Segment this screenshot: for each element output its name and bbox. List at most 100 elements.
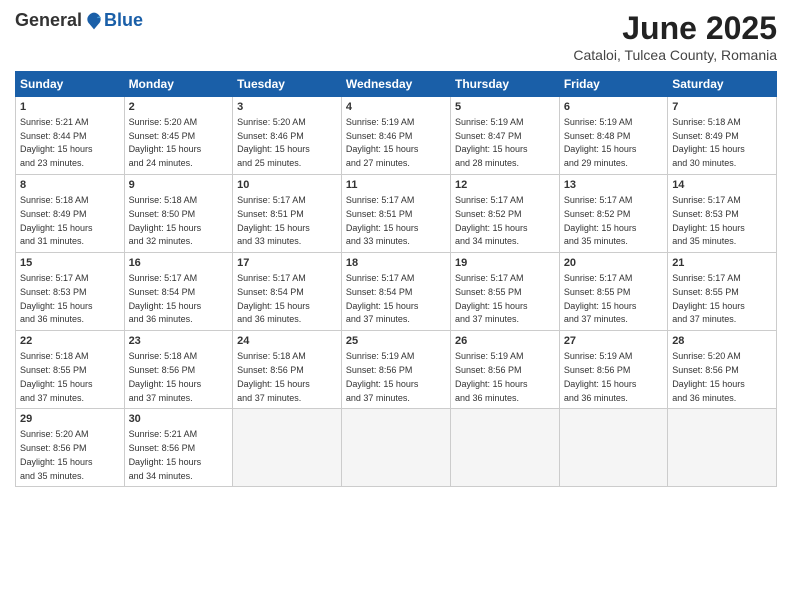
day-info: Sunrise: 5:17 AMSunset: 8:53 PMDaylight:…	[20, 273, 93, 324]
day-info: Sunrise: 5:19 AMSunset: 8:46 PMDaylight:…	[346, 117, 419, 168]
day-info: Sunrise: 5:17 AMSunset: 8:52 PMDaylight:…	[564, 195, 637, 246]
table-row: 26Sunrise: 5:19 AMSunset: 8:56 PMDayligh…	[450, 331, 559, 409]
day-number: 14	[672, 178, 772, 193]
table-row: 20 Sunrise: 5:17 AMSunset: 8:55 PMDayligh…	[559, 253, 667, 331]
day-number: 21	[672, 256, 772, 271]
table-row: 17 Sunrise: 5:17 AMSunset: 8:54 PMDayligh…	[233, 253, 342, 331]
table-row: 23Sunrise: 5:18 AMSunset: 8:56 PMDayligh…	[124, 331, 233, 409]
day-info: Sunrise: 5:19 AMSunset: 8:56 PMDaylight:…	[346, 351, 419, 402]
day-number: 19	[455, 256, 555, 271]
table-row: 2 Sunrise: 5:20 AMSunset: 8:45 PMDaylight…	[124, 97, 233, 175]
subtitle: Cataloi, Tulcea County, Romania	[573, 47, 777, 63]
day-number: 5	[455, 100, 555, 115]
table-row: 9 Sunrise: 5:18 AMSunset: 8:50 PMDaylight…	[124, 175, 233, 253]
table-row	[450, 409, 559, 487]
table-row: 19 Sunrise: 5:17 AMSunset: 8:55 PMDayligh…	[450, 253, 559, 331]
day-info: Sunrise: 5:17 AMSunset: 8:55 PMDaylight:…	[455, 273, 528, 324]
day-info: Sunrise: 5:20 AMSunset: 8:45 PMDaylight:…	[129, 117, 202, 168]
logo-icon	[84, 11, 104, 31]
calendar-header-row: Sunday Monday Tuesday Wednesday Thursday…	[16, 72, 777, 97]
day-number: 15	[20, 256, 120, 271]
day-info: Sunrise: 5:18 AMSunset: 8:50 PMDaylight:…	[129, 195, 202, 246]
col-friday: Friday	[559, 72, 667, 97]
day-number: 16	[129, 256, 229, 271]
day-info: Sunrise: 5:19 AMSunset: 8:48 PMDaylight:…	[564, 117, 637, 168]
day-info: Sunrise: 5:17 AMSunset: 8:54 PMDaylight:…	[346, 273, 419, 324]
day-number: 6	[564, 100, 663, 115]
col-thursday: Thursday	[450, 72, 559, 97]
table-row: 29Sunrise: 5:20 AMSunset: 8:56 PMDayligh…	[16, 409, 125, 487]
table-row: 6 Sunrise: 5:19 AMSunset: 8:48 PMDaylight…	[559, 97, 667, 175]
day-info: Sunrise: 5:18 AMSunset: 8:49 PMDaylight:…	[20, 195, 93, 246]
day-info: Sunrise: 5:17 AMSunset: 8:55 PMDaylight:…	[564, 273, 637, 324]
day-number: 2	[129, 100, 229, 115]
logo: General Blue	[15, 10, 143, 31]
day-number: 30	[129, 412, 229, 427]
day-info: Sunrise: 5:17 AMSunset: 8:55 PMDaylight:…	[672, 273, 745, 324]
day-number: 9	[129, 178, 229, 193]
day-info: Sunrise: 5:17 AMSunset: 8:54 PMDaylight:…	[129, 273, 202, 324]
table-row: 14 Sunrise: 5:17 AMSunset: 8:53 PMDayligh…	[668, 175, 777, 253]
day-number: 27	[564, 334, 663, 349]
day-number: 10	[237, 178, 337, 193]
table-row: 16 Sunrise: 5:17 AMSunset: 8:54 PMDayligh…	[124, 253, 233, 331]
day-info: Sunrise: 5:21 AMSunset: 8:44 PMDaylight:…	[20, 117, 93, 168]
day-number: 1	[20, 100, 120, 115]
title-block: June 2025 Cataloi, Tulcea County, Romani…	[573, 10, 777, 63]
table-row: 3 Sunrise: 5:20 AMSunset: 8:46 PMDaylight…	[233, 97, 342, 175]
day-number: 4	[346, 100, 446, 115]
day-number: 26	[455, 334, 555, 349]
col-wednesday: Wednesday	[341, 72, 450, 97]
day-number: 24	[237, 334, 337, 349]
table-row: 1 Sunrise: 5:21 AMSunset: 8:44 PMDaylight…	[16, 97, 125, 175]
day-number: 11	[346, 178, 446, 193]
table-row: 22 Sunrise: 5:18 AMSunset: 8:55 PMDayligh…	[16, 331, 125, 409]
table-row: 4 Sunrise: 5:19 AMSunset: 8:46 PMDaylight…	[341, 97, 450, 175]
day-info: Sunrise: 5:17 AMSunset: 8:51 PMDaylight:…	[237, 195, 310, 246]
col-monday: Monday	[124, 72, 233, 97]
page: General Blue June 2025 Cataloi, Tulcea C…	[0, 0, 792, 612]
day-number: 20	[564, 256, 663, 271]
day-info: Sunrise: 5:17 AMSunset: 8:51 PMDaylight:…	[346, 195, 419, 246]
day-number: 12	[455, 178, 555, 193]
calendar-week-3: 15 Sunrise: 5:17 AMSunset: 8:53 PMDayligh…	[16, 253, 777, 331]
day-number: 3	[237, 100, 337, 115]
day-number: 7	[672, 100, 772, 115]
table-row: 13Sunrise: 5:17 AMSunset: 8:52 PMDayligh…	[559, 175, 667, 253]
table-row: 24 Sunrise: 5:18 AMSunset: 8:56 PMDayligh…	[233, 331, 342, 409]
table-row: 30 Sunrise: 5:21 AMSunset: 8:56 PMDayligh…	[124, 409, 233, 487]
col-tuesday: Tuesday	[233, 72, 342, 97]
table-row: 28 Sunrise: 5:20 AMSunset: 8:56 PMDayligh…	[668, 331, 777, 409]
day-number: 28	[672, 334, 772, 349]
table-row: 7 Sunrise: 5:18 AMSunset: 8:49 PMDaylight…	[668, 97, 777, 175]
table-row	[341, 409, 450, 487]
day-number: 23	[129, 334, 229, 349]
table-row: 11 Sunrise: 5:17 AMSunset: 8:51 PMDayligh…	[341, 175, 450, 253]
table-row	[668, 409, 777, 487]
table-row: 15 Sunrise: 5:17 AMSunset: 8:53 PMDayligh…	[16, 253, 125, 331]
logo-blue: Blue	[104, 10, 143, 31]
day-number: 22	[20, 334, 120, 349]
calendar-week-5: 29Sunrise: 5:20 AMSunset: 8:56 PMDayligh…	[16, 409, 777, 487]
day-info: Sunrise: 5:20 AMSunset: 8:56 PMDaylight:…	[20, 429, 93, 480]
day-info: Sunrise: 5:19 AMSunset: 8:56 PMDaylight:…	[564, 351, 637, 402]
col-saturday: Saturday	[668, 72, 777, 97]
day-info: Sunrise: 5:20 AMSunset: 8:46 PMDaylight:…	[237, 117, 310, 168]
day-info: Sunrise: 5:17 AMSunset: 8:53 PMDaylight:…	[672, 195, 745, 246]
day-number: 17	[237, 256, 337, 271]
table-row: 27 Sunrise: 5:19 AMSunset: 8:56 PMDayligh…	[559, 331, 667, 409]
col-sunday: Sunday	[16, 72, 125, 97]
day-info: Sunrise: 5:20 AMSunset: 8:56 PMDaylight:…	[672, 351, 745, 402]
day-info: Sunrise: 5:17 AMSunset: 8:54 PMDaylight:…	[237, 273, 310, 324]
day-info: Sunrise: 5:19 AMSunset: 8:47 PMDaylight:…	[455, 117, 528, 168]
logo-text: General Blue	[15, 10, 143, 31]
day-info: Sunrise: 5:21 AMSunset: 8:56 PMDaylight:…	[129, 429, 202, 480]
day-info: Sunrise: 5:18 AMSunset: 8:55 PMDaylight:…	[20, 351, 93, 402]
table-row: 5 Sunrise: 5:19 AMSunset: 8:47 PMDaylight…	[450, 97, 559, 175]
day-info: Sunrise: 5:18 AMSunset: 8:49 PMDaylight:…	[672, 117, 745, 168]
day-info: Sunrise: 5:18 AMSunset: 8:56 PMDaylight:…	[237, 351, 310, 402]
day-number: 8	[20, 178, 120, 193]
table-row: 25Sunrise: 5:19 AMSunset: 8:56 PMDayligh…	[341, 331, 450, 409]
calendar-week-4: 22 Sunrise: 5:18 AMSunset: 8:55 PMDayligh…	[16, 331, 777, 409]
logo-general: General	[15, 10, 82, 31]
